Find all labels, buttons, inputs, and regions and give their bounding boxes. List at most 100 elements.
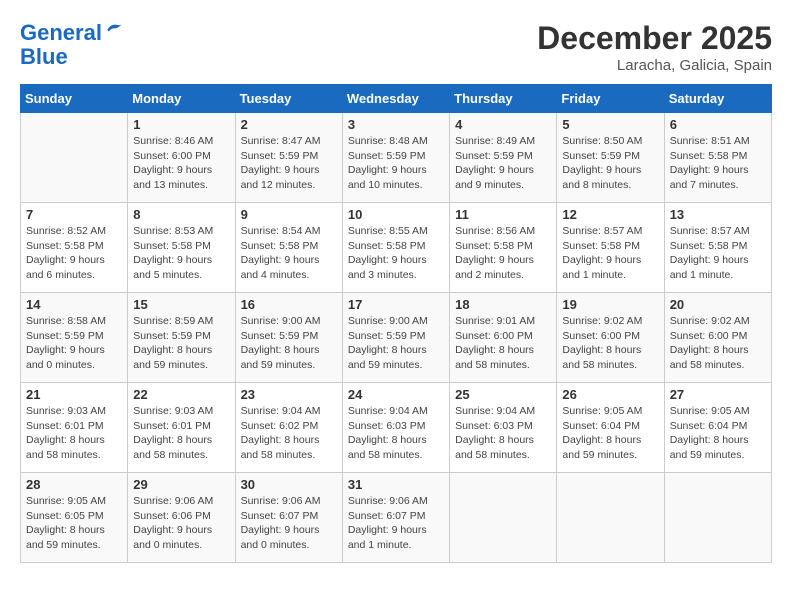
calendar-cell: [664, 473, 771, 563]
month-title: December 2025: [537, 20, 772, 57]
day-number: 22: [133, 387, 229, 402]
calendar-cell: 10Sunrise: 8:55 AM Sunset: 5:58 PM Dayli…: [342, 203, 449, 293]
calendar-week-row: 21Sunrise: 9:03 AM Sunset: 6:01 PM Dayli…: [21, 383, 772, 473]
day-info: Sunrise: 8:57 AM Sunset: 5:58 PM Dayligh…: [562, 224, 658, 283]
calendar-cell: 13 Sunrise: 8:57 AM Sunset: 5:58 PM Dayli…: [664, 203, 771, 293]
calendar-cell: 20 Sunrise: 9:02 AM Sunset: 6:00 PM Dayli…: [664, 293, 771, 383]
day-number: 15: [133, 297, 229, 312]
day-number: 1: [133, 117, 229, 132]
day-number: 11: [455, 207, 551, 222]
calendar-week-row: 28 Sunrise: 9:05 AM Sunset: 6:05 PM Dayli…: [21, 473, 772, 563]
title-block: December 2025 Laracha, Galicia, Spain: [537, 20, 772, 74]
day-info: Sunrise: 9:01 AM Sunset: 6:00 PM Dayligh…: [455, 314, 551, 373]
calendar-cell: 5Sunrise: 8:50 AM Sunset: 5:59 PM Daylig…: [557, 113, 664, 203]
calendar-cell: 18 Sunrise: 9:01 AM Sunset: 6:00 PM Dayli…: [450, 293, 557, 383]
day-number: 27: [670, 387, 766, 402]
day-info: Sunrise: 8:46 AM Sunset: 6:00 PM Dayligh…: [133, 134, 229, 193]
day-number: 13: [670, 207, 766, 222]
calendar-week-row: 14Sunrise: 8:58 AM Sunset: 5:59 PM Dayli…: [21, 293, 772, 383]
day-info: Sunrise: 9:00 AM Sunset: 5:59 PM Dayligh…: [348, 314, 444, 373]
day-header-thursday: Thursday: [450, 85, 557, 113]
day-info: Sunrise: 8:56 AM Sunset: 5:58 PM Dayligh…: [455, 224, 551, 283]
day-number: 23: [241, 387, 337, 402]
day-header-sunday: Sunday: [21, 85, 128, 113]
day-number: 14: [26, 297, 122, 312]
day-header-wednesday: Wednesday: [342, 85, 449, 113]
day-number: 28: [26, 477, 122, 492]
calendar-cell: 21Sunrise: 9:03 AM Sunset: 6:01 PM Dayli…: [21, 383, 128, 473]
day-info: Sunrise: 8:48 AM Sunset: 5:59 PM Dayligh…: [348, 134, 444, 193]
day-number: 7: [26, 207, 122, 222]
calendar-header-row: SundayMondayTuesdayWednesdayThursdayFrid…: [21, 85, 772, 113]
calendar-cell: 26 Sunrise: 9:05 AM Sunset: 6:04 PM Dayli…: [557, 383, 664, 473]
day-info: Sunrise: 9:05 AM Sunset: 6:04 PM Dayligh…: [670, 404, 766, 463]
calendar-cell: 31 Sunrise: 9:06 AM Sunset: 6:07 PM Dayli…: [342, 473, 449, 563]
day-number: 26: [562, 387, 658, 402]
day-number: 5: [562, 117, 658, 132]
day-number: 24: [348, 387, 444, 402]
calendar-cell: 4Sunrise: 8:49 AM Sunset: 5:59 PM Daylig…: [450, 113, 557, 203]
day-number: 2: [241, 117, 337, 132]
calendar-cell: 22 Sunrise: 9:03 AM Sunset: 6:01 PM Dayli…: [128, 383, 235, 473]
day-info: Sunrise: 8:51 AM Sunset: 5:58 PM Dayligh…: [670, 134, 766, 193]
day-number: 31: [348, 477, 444, 492]
day-info: Sunrise: 9:06 AM Sunset: 6:06 PM Dayligh…: [133, 494, 229, 553]
day-number: 8: [133, 207, 229, 222]
calendar-cell: [21, 113, 128, 203]
location: Laracha, Galicia, Spain: [537, 57, 772, 74]
calendar-cell: 7Sunrise: 8:52 AM Sunset: 5:58 PM Daylig…: [21, 203, 128, 293]
calendar-cell: 3 Sunrise: 8:48 AM Sunset: 5:59 PM Daylig…: [342, 113, 449, 203]
calendar-cell: 27 Sunrise: 9:05 AM Sunset: 6:04 PM Dayli…: [664, 383, 771, 473]
calendar-table: SundayMondayTuesdayWednesdayThursdayFrid…: [20, 84, 772, 563]
calendar-cell: 19Sunrise: 9:02 AM Sunset: 6:00 PM Dayli…: [557, 293, 664, 383]
logo-text: General Blue: [20, 20, 124, 69]
day-info: Sunrise: 8:47 AM Sunset: 5:59 PM Dayligh…: [241, 134, 337, 193]
day-info: Sunrise: 9:04 AM Sunset: 6:03 PM Dayligh…: [348, 404, 444, 463]
day-number: 9: [241, 207, 337, 222]
day-number: 6: [670, 117, 766, 132]
day-number: 19: [562, 297, 658, 312]
calendar-cell: 11 Sunrise: 8:56 AM Sunset: 5:58 PM Dayli…: [450, 203, 557, 293]
logo-general: General: [20, 20, 102, 45]
calendar-cell: 15Sunrise: 8:59 AM Sunset: 5:59 PM Dayli…: [128, 293, 235, 383]
calendar-cell: 6 Sunrise: 8:51 AM Sunset: 5:58 PM Daylig…: [664, 113, 771, 203]
day-number: 25: [455, 387, 551, 402]
day-number: 30: [241, 477, 337, 492]
calendar-cell: [557, 473, 664, 563]
calendar-cell: 25 Sunrise: 9:04 AM Sunset: 6:03 PM Dayli…: [450, 383, 557, 473]
calendar-cell: 14Sunrise: 8:58 AM Sunset: 5:59 PM Dayli…: [21, 293, 128, 383]
day-info: Sunrise: 9:04 AM Sunset: 6:03 PM Dayligh…: [455, 404, 551, 463]
calendar-cell: 28 Sunrise: 9:05 AM Sunset: 6:05 PM Dayli…: [21, 473, 128, 563]
day-header-tuesday: Tuesday: [235, 85, 342, 113]
day-number: 20: [670, 297, 766, 312]
calendar-cell: 24 Sunrise: 9:04 AM Sunset: 6:03 PM Dayli…: [342, 383, 449, 473]
day-info: Sunrise: 9:03 AM Sunset: 6:01 PM Dayligh…: [133, 404, 229, 463]
day-header-saturday: Saturday: [664, 85, 771, 113]
calendar-cell: 30Sunrise: 9:06 AM Sunset: 6:07 PM Dayli…: [235, 473, 342, 563]
calendar-cell: 23Sunrise: 9:04 AM Sunset: 6:02 PM Dayli…: [235, 383, 342, 473]
day-info: Sunrise: 9:05 AM Sunset: 6:05 PM Dayligh…: [26, 494, 122, 553]
day-info: Sunrise: 9:06 AM Sunset: 6:07 PM Dayligh…: [348, 494, 444, 553]
logo-blue: Blue: [20, 44, 68, 69]
calendar-week-row: 7Sunrise: 8:52 AM Sunset: 5:58 PM Daylig…: [21, 203, 772, 293]
calendar-cell: 1 Sunrise: 8:46 AM Sunset: 6:00 PM Daylig…: [128, 113, 235, 203]
day-number: 17: [348, 297, 444, 312]
calendar-cell: 9Sunrise: 8:54 AM Sunset: 5:58 PM Daylig…: [235, 203, 342, 293]
day-info: Sunrise: 9:05 AM Sunset: 6:04 PM Dayligh…: [562, 404, 658, 463]
day-info: Sunrise: 8:55 AM Sunset: 5:58 PM Dayligh…: [348, 224, 444, 283]
calendar-cell: [450, 473, 557, 563]
day-info: Sunrise: 9:02 AM Sunset: 6:00 PM Dayligh…: [670, 314, 766, 373]
day-number: 12: [562, 207, 658, 222]
calendar-cell: 29Sunrise: 9:06 AM Sunset: 6:06 PM Dayli…: [128, 473, 235, 563]
day-info: Sunrise: 8:57 AM Sunset: 5:58 PM Dayligh…: [670, 224, 766, 283]
day-info: Sunrise: 9:03 AM Sunset: 6:01 PM Dayligh…: [26, 404, 122, 463]
day-number: 18: [455, 297, 551, 312]
day-header-friday: Friday: [557, 85, 664, 113]
logo: General Blue: [20, 20, 124, 69]
calendar-cell: 12 Sunrise: 8:57 AM Sunset: 5:58 PM Dayli…: [557, 203, 664, 293]
day-number: 16: [241, 297, 337, 312]
day-number: 3: [348, 117, 444, 132]
day-info: Sunrise: 8:53 AM Sunset: 5:58 PM Dayligh…: [133, 224, 229, 283]
day-number: 4: [455, 117, 551, 132]
calendar-week-row: 1 Sunrise: 8:46 AM Sunset: 6:00 PM Daylig…: [21, 113, 772, 203]
